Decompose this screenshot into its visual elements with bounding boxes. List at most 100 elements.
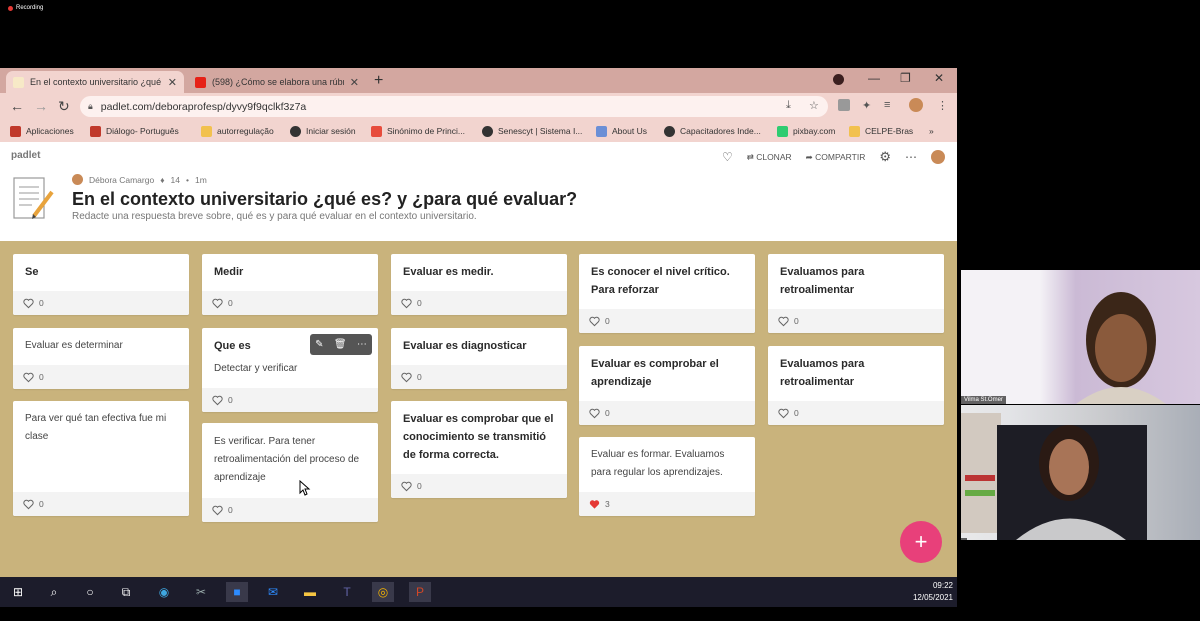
heart-icon[interactable] xyxy=(212,298,223,309)
install-icon[interactable]: ⤓ xyxy=(786,99,791,112)
post-card[interactable]: Evaluamos para retroalimentar 0 xyxy=(768,254,944,333)
post-body: Es verificar. Para tener retroalimentaci… xyxy=(214,436,360,483)
lock-icon: 🔒︎ xyxy=(88,101,93,111)
snipping-tool-icon[interactable]: ✂ xyxy=(190,582,212,602)
gear-icon[interactable]: ⚙ xyxy=(879,149,891,165)
close-window-button[interactable]: ✕ xyxy=(934,71,944,85)
heart-icon[interactable] xyxy=(778,316,789,327)
more-options-icon[interactable]: ⋯ xyxy=(357,339,367,350)
post-body: Para ver qué tan efectiva fue mi clase xyxy=(25,413,167,442)
heart-icon[interactable] xyxy=(589,499,600,510)
bookmark-pixbay[interactable]: pixbay.com xyxy=(777,125,849,137)
edge-icon[interactable]: ◉ xyxy=(153,582,175,602)
post-footer: 0 xyxy=(202,498,378,522)
edit-pencil-icon[interactable]: ✎ xyxy=(315,339,323,350)
post-card[interactable]: Medir 0 xyxy=(202,254,378,315)
extension-icon[interactable] xyxy=(838,99,850,111)
cortana-icon[interactable]: ○ xyxy=(79,582,101,602)
bookmark-sinonimo[interactable]: Sinónimo de Princi... xyxy=(371,125,482,137)
like-count: 0 xyxy=(605,408,610,418)
tab-padlet[interactable]: En el contexto universitario ¿qué ✕ xyxy=(6,71,184,93)
profile-record-icon[interactable] xyxy=(833,74,844,85)
puzzle-icon[interactable]: ✦ xyxy=(862,99,871,112)
bookmark-senescyt[interactable]: Senescyt | Sistema I... xyxy=(482,125,596,137)
header-tools: ♡ ⇄ CLONAR ➦ COMPARTIR ⚙ ⋯ xyxy=(722,149,945,165)
padlet-logo[interactable]: padlet xyxy=(11,150,40,161)
address-bar[interactable]: 🔒︎ padlet.com/deboraprofesp/dyvy9f9qclkf… xyxy=(80,96,828,117)
post-card[interactable]: Es verificar. Para tener retroalimentaci… xyxy=(202,423,378,522)
folder-icon xyxy=(201,125,212,137)
heart-icon[interactable] xyxy=(23,499,34,510)
clone-button[interactable]: ⇄ CLONAR xyxy=(747,152,792,163)
task-view-icon[interactable]: ⧉ xyxy=(115,582,137,602)
bookmark-celpe-bras[interactable]: CELPE-Bras xyxy=(849,125,929,137)
minimize-button[interactable]: — xyxy=(868,71,880,85)
user-avatar[interactable] xyxy=(931,150,945,164)
bookmarks-overflow-icon[interactable]: » xyxy=(929,126,934,136)
maximize-button[interactable]: ❐ xyxy=(900,71,911,85)
heart-icon[interactable] xyxy=(212,395,223,406)
menu-kebab-icon[interactable]: ⋮ xyxy=(937,99,948,112)
tab-youtube[interactable]: (598) ¿Cómo se elabora una rúbr ✕ xyxy=(188,71,366,93)
post-title: Es conocer el nivel crítico. Para reforz… xyxy=(591,266,730,296)
heart-icon[interactable] xyxy=(23,372,34,383)
reload-icon[interactable]: ↻ xyxy=(58,98,70,115)
post-card[interactable]: Evaluar es comprobar el aprendizaje 0 xyxy=(579,346,755,425)
post-card[interactable]: Es conocer el nivel crítico. Para reforz… xyxy=(579,254,755,333)
tab-close-icon[interactable]: ✕ xyxy=(350,76,359,89)
system-clock[interactable]: 09:22 12/05/2021 xyxy=(913,580,953,604)
post-card[interactable]: Para ver qué tan efectiva fue mi clase 0 xyxy=(13,401,189,516)
tab-bar: En el contexto universitario ¿qué ✕ (598… xyxy=(0,68,957,93)
bookmark-dialogo[interactable]: Diálogo- Português xyxy=(90,125,201,137)
post-card[interactable]: Evaluar es determinar 0 xyxy=(13,328,189,389)
file-explorer-icon[interactable]: ▬ xyxy=(299,582,321,602)
new-tab-button[interactable]: + xyxy=(374,72,383,90)
post-card[interactable]: Evaluar es medir. 0 xyxy=(391,254,567,315)
heart-icon[interactable]: ♡ xyxy=(722,150,733,164)
participant-video[interactable] xyxy=(961,405,1200,540)
bookmark-star-icon[interactable]: ☆ xyxy=(809,99,819,112)
trash-icon[interactable]: 🗑︎ xyxy=(334,339,347,350)
zoom-icon[interactable]: ■ xyxy=(226,582,248,602)
bookmark-about-us[interactable]: About Us xyxy=(596,125,664,137)
separator-dot: ♦ xyxy=(160,174,165,185)
heart-icon[interactable] xyxy=(212,505,223,516)
heart-icon[interactable] xyxy=(401,298,412,309)
share-button[interactable]: ➦ COMPARTIR xyxy=(806,152,866,163)
post-card[interactable]: Evaluar es diagnosticar 0 xyxy=(391,328,567,389)
back-arrow-icon[interactable]: ← xyxy=(10,98,24,114)
heart-icon[interactable] xyxy=(589,316,600,327)
heart-icon[interactable] xyxy=(778,408,789,419)
post-card[interactable]: Evaluar es formar. Evaluamos para regula… xyxy=(579,437,755,516)
windows-start-icon[interactable]: ⊞ xyxy=(7,582,29,602)
teams-icon[interactable]: T xyxy=(336,582,358,602)
heart-icon[interactable] xyxy=(589,408,600,419)
mail-icon[interactable]: ✉ xyxy=(262,582,284,602)
post-footer: 0 xyxy=(579,401,755,425)
participant-video[interactable]: Vilma St.Omer xyxy=(961,270,1200,404)
padlet-favicon-icon xyxy=(13,76,24,88)
chrome-icon[interactable]: ◎ xyxy=(372,582,394,602)
clone-icon: ⇄ xyxy=(746,151,757,162)
bookmark-apps[interactable]: Aplicaciones xyxy=(10,125,90,137)
post-card[interactable]: Se 0 xyxy=(13,254,189,315)
media-control-icon[interactable]: ≡ xyxy=(884,99,890,111)
bookmark-iniciar-sesion[interactable]: Iniciar sesión xyxy=(290,125,371,137)
add-post-button[interactable]: + xyxy=(900,521,942,563)
heart-icon[interactable] xyxy=(401,481,412,492)
search-icon[interactable]: ⌕ xyxy=(43,582,65,602)
tab-close-icon[interactable]: ✕ xyxy=(168,76,177,89)
heart-icon[interactable] xyxy=(401,372,412,383)
more-menu-icon[interactable]: ⋯ xyxy=(905,150,917,164)
forward-arrow-icon[interactable]: → xyxy=(34,98,48,114)
powerpoint-icon[interactable]: P xyxy=(409,582,431,602)
heart-icon[interactable] xyxy=(23,298,34,309)
page-subtitle: Redacte una respuesta breve sobre, qué e… xyxy=(72,211,477,222)
bookmark-capacitadores[interactable]: Capacitadores Inde... xyxy=(664,125,777,137)
post-card[interactable]: Evaluamos para retroalimentar 0 xyxy=(768,346,944,425)
profile-avatar-icon[interactable] xyxy=(909,98,923,112)
post-card[interactable]: Evaluar es comprobar que el conocimiento… xyxy=(391,401,567,498)
age: 1m xyxy=(195,174,207,185)
bookmark-autorregulacao[interactable]: autorregulação xyxy=(201,125,290,137)
padlet-wall: Se 0 Evaluar es determinar 0 Para ver qu… xyxy=(0,241,957,577)
